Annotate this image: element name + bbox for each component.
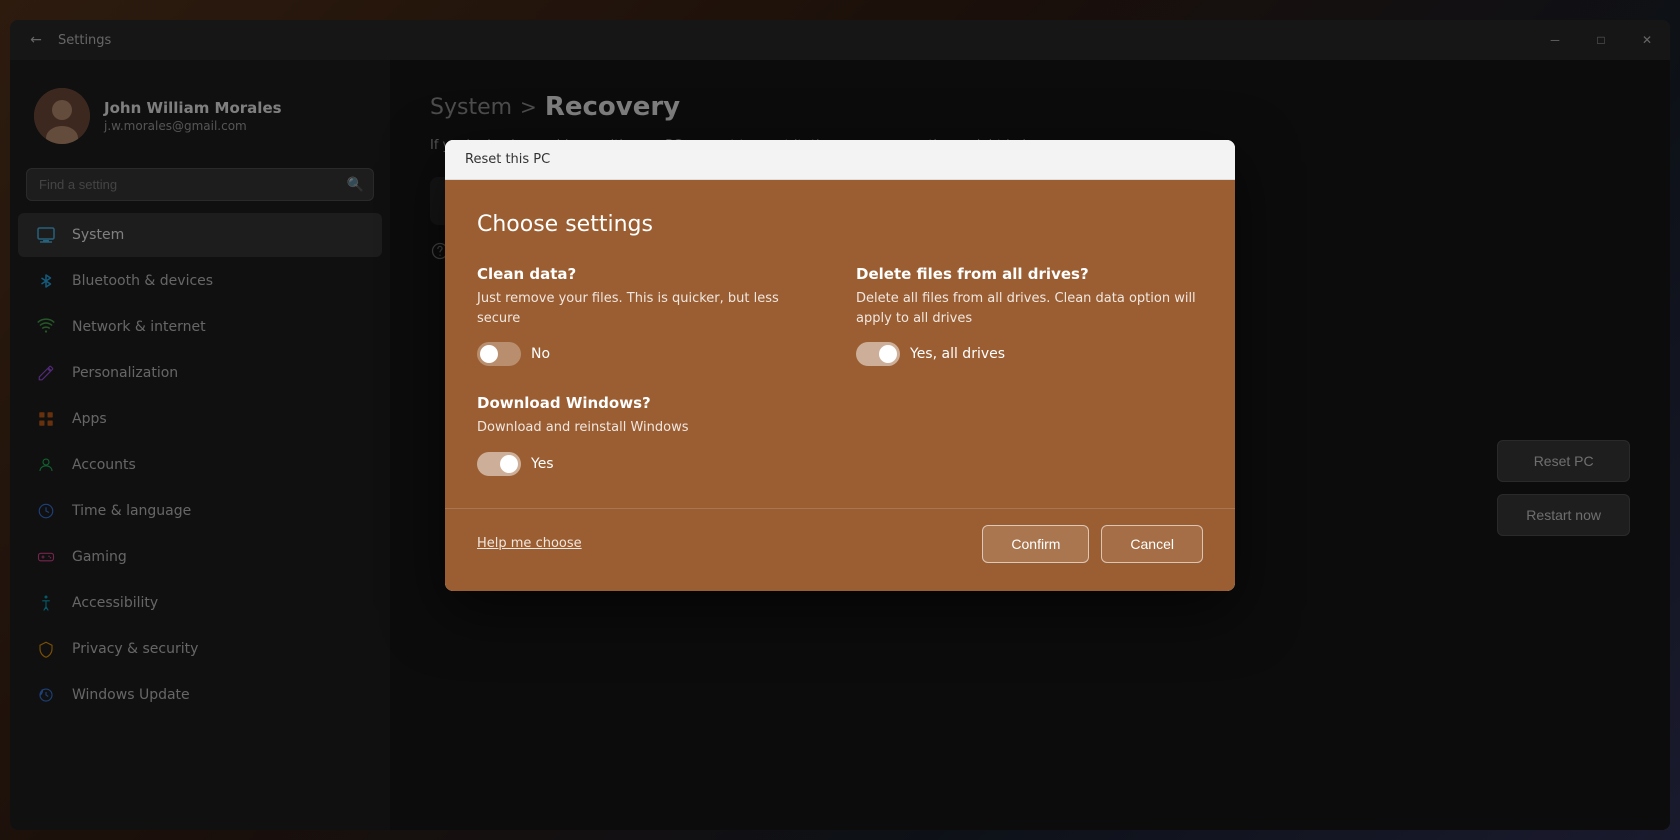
delete-files-toggle-knob (879, 345, 897, 363)
modal-heading: Choose settings (477, 212, 1203, 237)
help-me-choose-link[interactable]: Help me choose (477, 536, 582, 551)
modal-body: Choose settings Clean data? Just remove … (445, 180, 1235, 508)
confirm-button[interactable]: Confirm (982, 525, 1089, 563)
download-windows-desc: Download and reinstall Windows (477, 418, 1203, 438)
clean-data-desc: Just remove your files. This is quicker,… (477, 289, 824, 328)
clean-data-toggle[interactable] (477, 342, 521, 366)
settings-window: ← Settings ─ □ ✕ John William (10, 20, 1670, 830)
download-windows-toggle-label: Yes (531, 456, 554, 472)
delete-files-title: Delete files from all drives? (856, 265, 1203, 283)
download-windows-title: Download Windows? (477, 394, 1203, 412)
clean-data-title: Clean data? (477, 265, 824, 283)
modal-overlay: Reset this PC Choose settings Clean data… (10, 20, 1670, 830)
modal-action-buttons: Confirm Cancel (982, 525, 1203, 563)
delete-files-toggle-row: Yes, all drives (856, 342, 1203, 366)
clean-data-toggle-label: No (531, 346, 550, 362)
download-windows-toggle-row: Yes (477, 452, 1203, 476)
clean-data-toggle-row: No (477, 342, 824, 366)
download-windows-section: Download Windows? Download and reinstall… (477, 394, 1203, 476)
reset-pc-modal: Reset this PC Choose settings Clean data… (445, 140, 1235, 591)
clean-data-column: Clean data? Just remove your files. This… (477, 265, 824, 366)
delete-files-toggle-label: Yes, all drives (910, 346, 1005, 362)
delete-files-column: Delete files from all drives? Delete all… (856, 265, 1203, 366)
cancel-button[interactable]: Cancel (1101, 525, 1203, 563)
delete-files-toggle[interactable] (856, 342, 900, 366)
modal-columns: Clean data? Just remove your files. This… (477, 265, 1203, 366)
modal-titlebar: Reset this PC (445, 140, 1235, 180)
download-windows-toggle-knob (500, 455, 518, 473)
download-windows-toggle[interactable] (477, 452, 521, 476)
modal-footer: Help me choose Confirm Cancel (445, 508, 1235, 591)
modal-title: Reset this PC (465, 152, 550, 167)
delete-files-desc: Delete all files from all drives. Clean … (856, 289, 1203, 328)
clean-data-toggle-knob (480, 345, 498, 363)
